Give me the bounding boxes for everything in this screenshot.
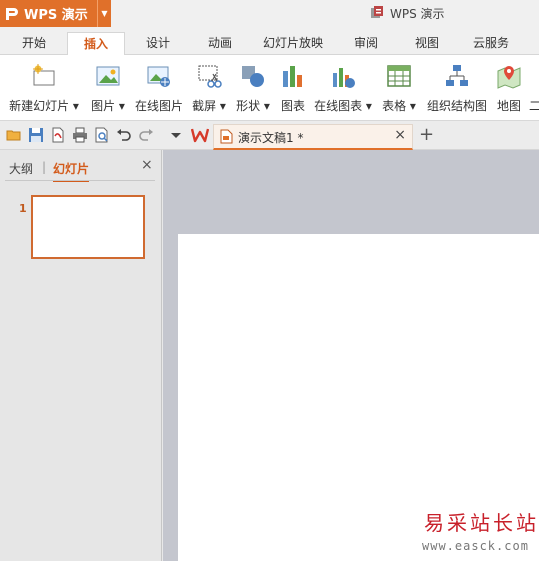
document-tab[interactable]: 演示文稿1 * × — [213, 124, 413, 150]
editing-canvas — [163, 150, 539, 561]
shapes-label: 形状 ▾ — [236, 99, 270, 113]
new-tab-plus-icon[interactable]: + — [419, 124, 434, 145]
panel-divider — [5, 180, 155, 181]
app-menu-button[interactable]: WPS 演示 ▼ — [0, 0, 111, 27]
table-button[interactable]: 表格 ▾ — [380, 61, 418, 115]
document-tab-name: 演示文稿1 * — [238, 131, 304, 145]
slide-thumbnail[interactable] — [31, 195, 145, 259]
picture-button[interactable]: 图片 ▾ — [88, 61, 128, 115]
presentation-icon — [370, 5, 384, 22]
shapes-icon — [240, 63, 266, 89]
print-preview-icon[interactable] — [94, 127, 110, 143]
shapes-button[interactable]: 形状 ▾ — [234, 61, 272, 115]
picture-icon — [95, 63, 121, 89]
table-icon — [386, 63, 412, 89]
slide-number: 1 — [19, 202, 27, 215]
bar-chart-icon — [280, 63, 306, 89]
export-pdf-icon[interactable] — [50, 127, 66, 143]
tab-cloud-service[interactable]: 云服务 — [463, 32, 519, 56]
title-bar: WPS 演示 ▼ WPS 演示 — [0, 0, 539, 28]
wps-w-logo-icon[interactable] — [190, 127, 210, 143]
redo-icon[interactable] — [138, 127, 154, 143]
table-label: 表格 ▾ — [382, 99, 416, 113]
online-picture-icon — [146, 63, 172, 89]
close-icon[interactable]: × — [394, 127, 406, 143]
online-chart-icon — [330, 63, 356, 89]
watermark: 易采站长站 www.easck.com — [400, 503, 539, 561]
online-picture-button[interactable]: 在线图片 — [133, 61, 185, 115]
screenshot-label: 截屏 ▾ — [192, 99, 226, 113]
open-folder-icon[interactable] — [6, 127, 22, 143]
org-chart-button[interactable]: 组织结构图 — [425, 61, 489, 115]
map-label: 地图 — [496, 99, 521, 113]
tab-animation[interactable]: 动画 — [195, 32, 245, 56]
online-picture-label: 在线图片 — [134, 99, 183, 113]
tab-home[interactable]: 开始 — [8, 32, 60, 56]
screenshot-button[interactable]: 截屏 ▾ — [190, 61, 228, 115]
chart-label: 图表 — [280, 99, 305, 113]
online-chart-button[interactable]: 在线图表 ▾ — [313, 61, 373, 115]
org-chart-icon — [444, 63, 470, 89]
presentation-file-icon — [220, 129, 233, 147]
tab-slideshow[interactable]: 幻灯片放映 — [257, 32, 329, 56]
panel-tabs: 大纲 | 幻灯片 × — [0, 150, 161, 182]
chart-button[interactable]: 图表 — [278, 61, 308, 115]
window-title: WPS 演示 — [370, 0, 445, 27]
wps-logo-icon — [0, 0, 22, 27]
save-icon[interactable] — [28, 127, 44, 143]
map-pin-icon — [496, 63, 522, 89]
close-icon[interactable]: × — [141, 157, 153, 173]
slides-panel: 大纲 | 幻灯片 × 1 — [0, 150, 162, 561]
new-slide-button[interactable]: 新建幻灯片 ▾ — [4, 61, 84, 115]
panel-tab-separator: | — [42, 160, 47, 174]
tab-slides[interactable]: 幻灯片 — [53, 160, 90, 182]
ribbon-overflow-label: 二 — [528, 99, 539, 113]
org-chart-label: 组织结构图 — [426, 99, 487, 113]
picture-label: 图片 ▾ — [91, 99, 125, 113]
tab-outline[interactable]: 大纲 — [9, 160, 33, 177]
tab-view[interactable]: 视图 — [404, 32, 450, 56]
tab-review[interactable]: 审阅 — [343, 32, 389, 56]
scissors-icon — [196, 63, 222, 89]
window-title-text: WPS 演示 — [390, 7, 445, 21]
quick-access-bar: 演示文稿1 * × + — [0, 121, 539, 150]
watermark-url: www.easck.com — [422, 539, 529, 553]
chevron-down-icon[interactable]: ▼ — [97, 0, 111, 27]
online-chart-label: 在线图表 ▾ — [314, 99, 372, 113]
map-button[interactable]: 地图 — [494, 61, 524, 115]
print-icon[interactable] — [72, 127, 88, 143]
app-brand-label: WPS 演示 — [24, 8, 88, 23]
watermark-text: 易采站长站 — [424, 511, 539, 535]
ribbon-tabs: 开始 插入 设计 动画 幻灯片放映 审阅 视图 云服务 — [0, 28, 539, 56]
new-slide-label: 新建幻灯片 ▾ — [9, 99, 79, 113]
ribbon-overflow-item[interactable]: 二 — [528, 61, 539, 115]
undo-icon[interactable] — [116, 127, 132, 143]
ribbon-insert: 新建幻灯片 ▾ 图片 ▾ 在线图片 截屏 ▾ 形状 ▾ 图表 在线图表 ▾ 表格… — [0, 55, 539, 121]
tab-design[interactable]: 设计 — [133, 32, 183, 56]
tab-insert[interactable]: 插入 — [67, 32, 125, 56]
customize-dropdown-icon[interactable] — [168, 127, 184, 143]
new-slide-icon — [31, 63, 57, 89]
